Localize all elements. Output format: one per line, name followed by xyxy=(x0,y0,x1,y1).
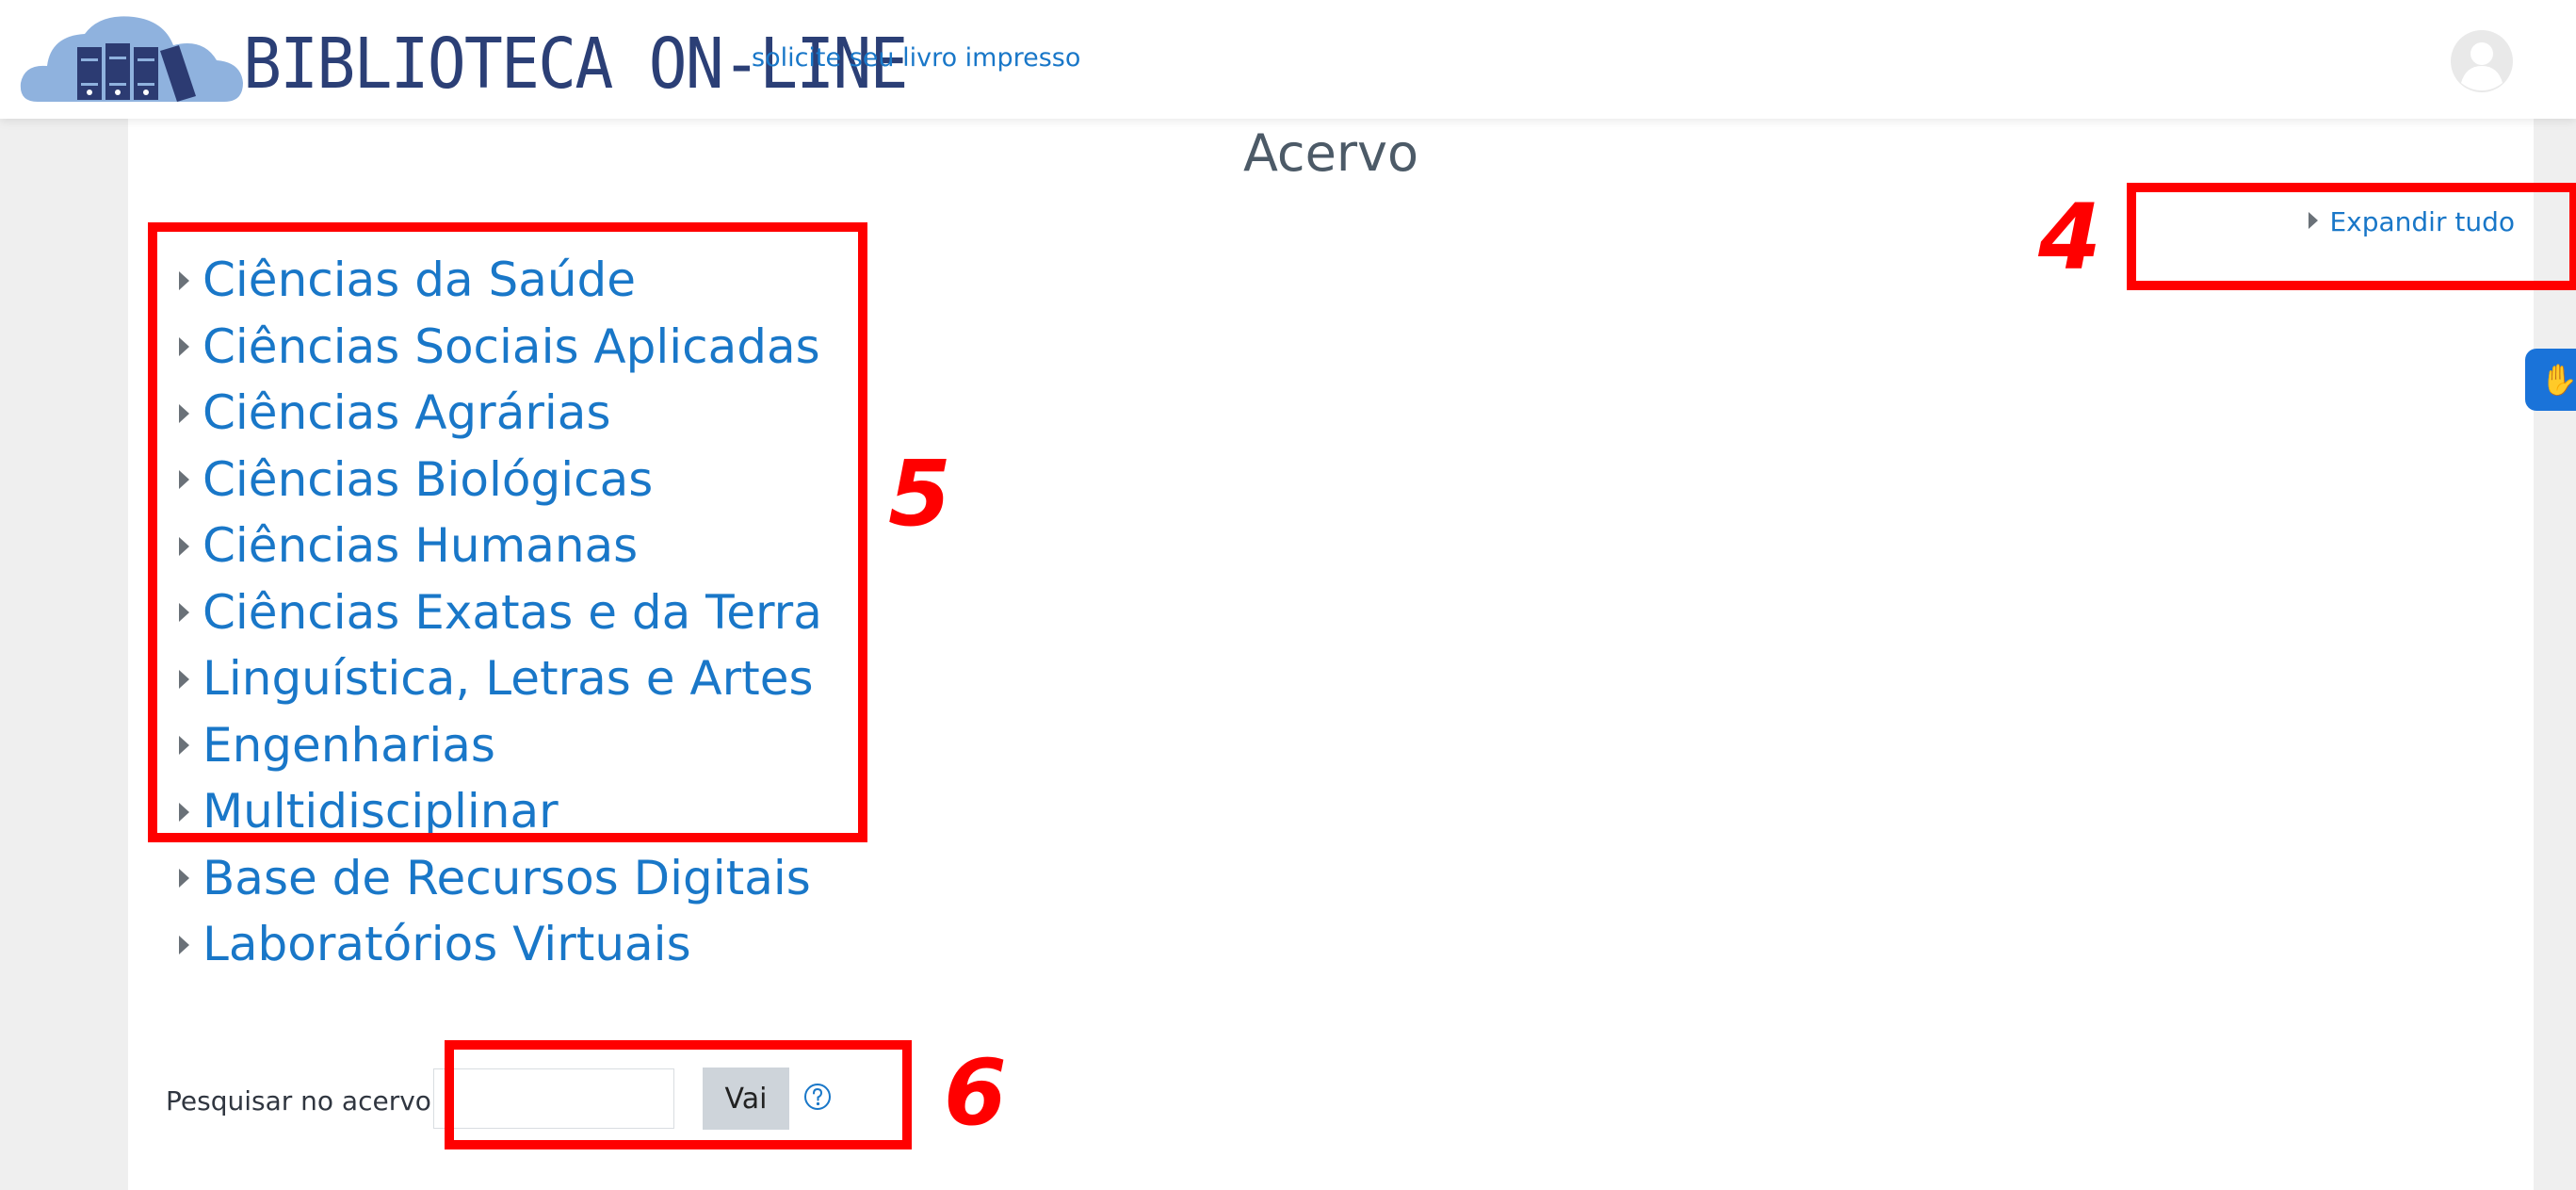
category-label[interactable]: Ciências Exatas e da Terra xyxy=(203,585,822,640)
page-title: Acervo xyxy=(1242,123,1419,183)
category-item[interactable]: Ciências Agrárias xyxy=(179,380,822,447)
category-item[interactable]: Engenharias xyxy=(179,712,822,779)
annotation-number: 4 xyxy=(2038,185,2101,290)
search-button[interactable]: Vai xyxy=(703,1068,789,1130)
top-navbar: BIBLIOTECA ON-LINE solicite seu livro im… xyxy=(0,0,2576,119)
category-label[interactable]: Laboratórios Virtuais xyxy=(203,917,691,971)
caret-right-icon xyxy=(179,802,189,822)
caret-right-icon xyxy=(179,270,189,290)
request-printed-book-link[interactable]: solicite seu livro impresso xyxy=(752,43,1080,73)
caret-right-icon xyxy=(179,337,189,356)
annotation-number: 5 xyxy=(888,441,951,546)
category-label[interactable]: Ciências da Saúde xyxy=(203,253,636,307)
category-label[interactable]: Ciências Humanas xyxy=(203,518,638,573)
category-item[interactable]: Ciências Exatas e da Terra xyxy=(179,579,822,646)
category-label[interactable]: Ciências Agrárias xyxy=(203,385,611,440)
caret-right-icon xyxy=(179,603,189,622)
annotation-number: 6 xyxy=(944,1040,1007,1146)
category-item[interactable]: Ciências Humanas xyxy=(179,513,822,579)
category-label[interactable]: Multidisciplinar xyxy=(203,784,559,839)
caret-right-icon xyxy=(179,669,189,689)
caret-right-icon xyxy=(179,869,189,888)
category-item[interactable]: Laboratórios Virtuais xyxy=(179,911,822,978)
category-item[interactable]: Multidisciplinar xyxy=(179,778,822,845)
search-input[interactable] xyxy=(433,1068,674,1129)
help-icon[interactable] xyxy=(802,1082,833,1112)
caret-right-icon xyxy=(179,536,189,556)
caret-right-icon xyxy=(2309,212,2319,229)
caret-right-icon xyxy=(179,403,189,423)
category-label[interactable]: Engenharias xyxy=(203,718,495,773)
category-label[interactable]: Ciências Biológicas xyxy=(203,452,653,507)
logo-cloud-books-icon[interactable] xyxy=(19,11,245,109)
category-item[interactable]: Ciências da Saúde xyxy=(179,247,822,314)
caret-right-icon xyxy=(179,935,189,954)
caret-right-icon xyxy=(179,736,189,755)
hand-sign-language-icon: ✋ xyxy=(2540,362,2576,398)
category-item[interactable]: Ciências Biológicas xyxy=(179,447,822,513)
category-tree: Ciências da Saúde Ciências Sociais Aplic… xyxy=(179,247,822,978)
category-label[interactable]: Linguística, Letras e Artes xyxy=(203,651,814,706)
expand-all-link[interactable]: Expandir tudo xyxy=(2309,204,2515,241)
expand-all-label: Expandir tudo xyxy=(2329,206,2515,237)
search-label: Pesquisar no acervo xyxy=(166,1085,431,1117)
category-label[interactable]: Base de Recursos Digitais xyxy=(203,851,811,905)
avatar-icon[interactable] xyxy=(2451,30,2513,92)
main-content: Acervo Expandir tudo Ciências da Saúde C… xyxy=(128,119,2534,1190)
accessibility-widget[interactable]: ✋ xyxy=(2525,349,2576,411)
category-item[interactable]: Ciências Sociais Aplicadas xyxy=(179,314,822,381)
category-label[interactable]: Ciências Sociais Aplicadas xyxy=(203,319,820,374)
category-item[interactable]: Linguística, Letras e Artes xyxy=(179,645,822,712)
caret-right-icon xyxy=(179,470,189,489)
category-item[interactable]: Base de Recursos Digitais xyxy=(179,845,822,912)
